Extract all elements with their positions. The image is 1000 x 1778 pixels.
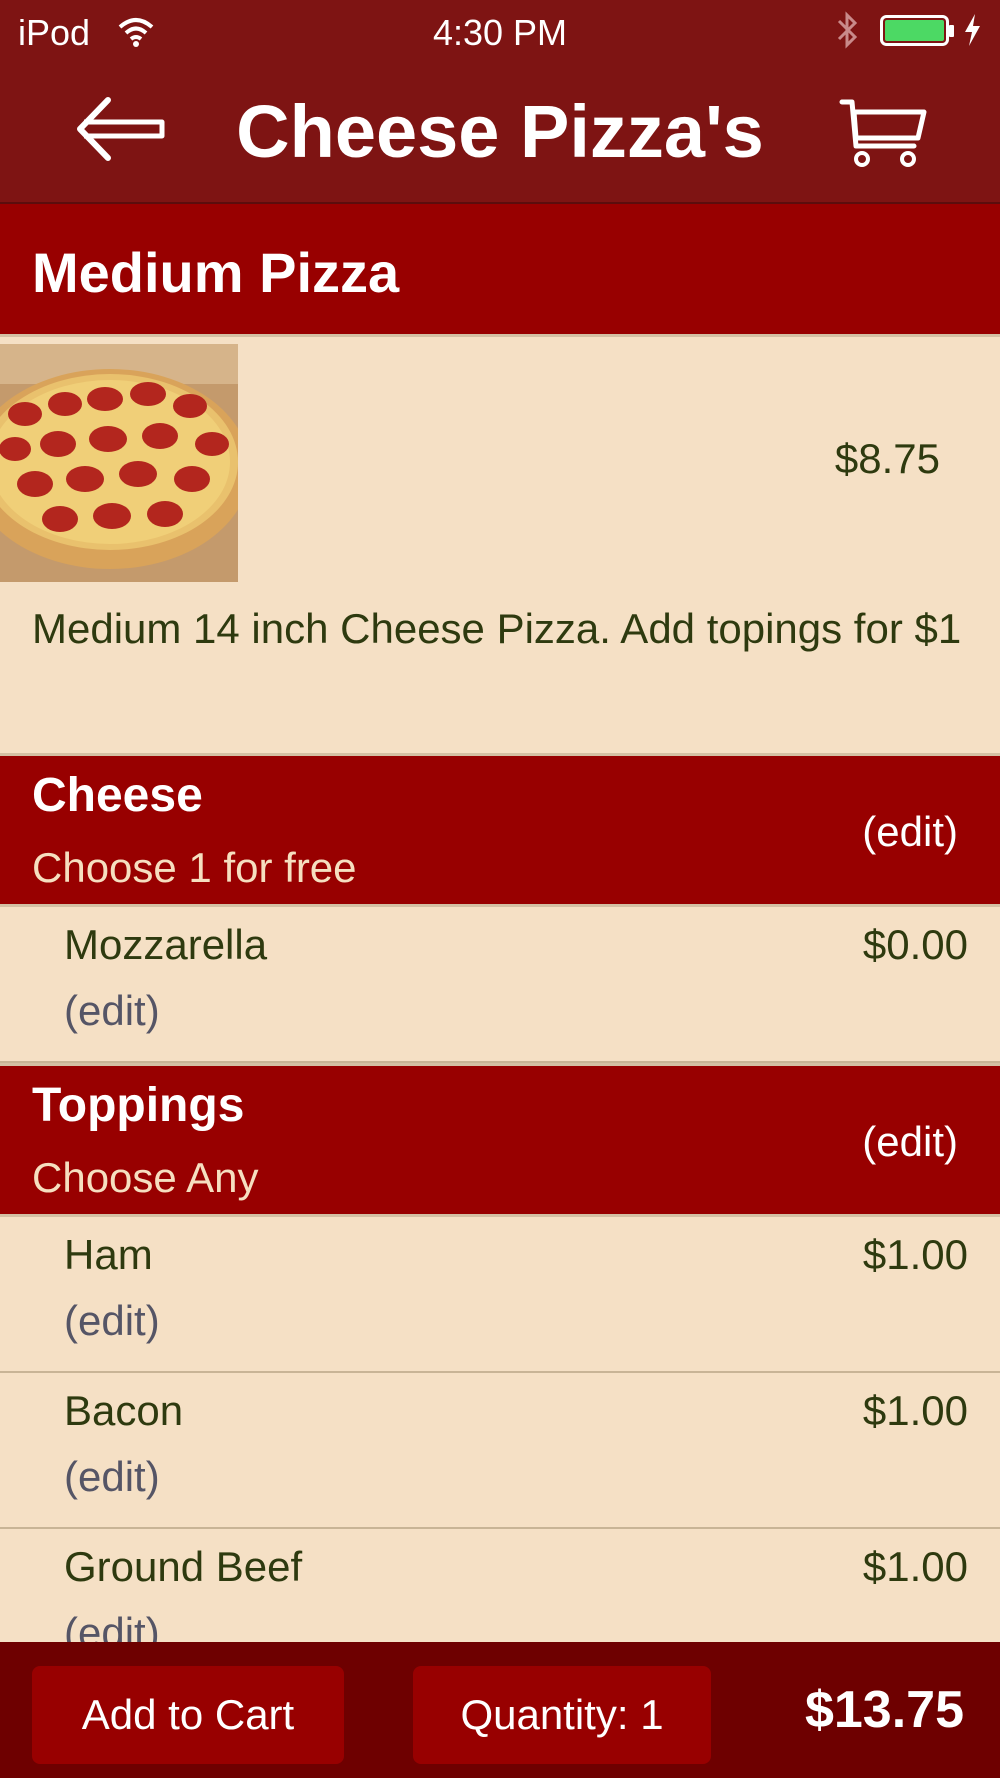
product-info: $8.75 Medium 14 inch Cheese Pizza. Add t…: [0, 337, 1000, 756]
add-to-cart-button[interactable]: Add to Cart: [32, 1666, 344, 1764]
option-price: $0.00: [862, 921, 968, 968]
nav-bar: Cheese Pizza's: [0, 62, 1000, 204]
order-total: $13.75: [804, 1681, 964, 1739]
battery-icon: [880, 14, 956, 56]
pizza-image: [0, 344, 238, 582]
product-description: Medium 14 inch Cheese Pizza. Add topings…: [32, 605, 962, 652]
product-price: $8.75: [834, 435, 940, 482]
option-group-header-toppings: Toppings Choose Any (edit): [0, 1063, 1000, 1217]
quantity-button[interactable]: Quantity: 1: [413, 1666, 711, 1764]
option-group-header-cheese: Cheese Choose 1 for free (edit): [0, 756, 1000, 907]
option-price: $1.00: [862, 1231, 968, 1278]
group-subtitle: Choose 1 for free: [32, 844, 357, 891]
option-name: Bacon: [64, 1387, 184, 1434]
option-row-bacon[interactable]: Bacon $1.00 (edit): [0, 1373, 1000, 1529]
group-subtitle: Choose Any: [32, 1154, 259, 1201]
option-price: $1.00: [862, 1387, 968, 1434]
product-header: Medium Pizza: [0, 204, 1000, 337]
option-row-mozzarella[interactable]: Mozzarella $0.00 (edit): [0, 907, 1000, 1063]
option-name: Mozzarella: [64, 921, 268, 968]
status-bar: iPod 4:30 PM: [0, 0, 1000, 62]
option-row-ham[interactable]: Ham $1.00 (edit): [0, 1217, 1000, 1373]
cart-icon[interactable]: [838, 96, 928, 175]
option-name: Ham: [64, 1231, 153, 1278]
option-edit-link[interactable]: (edit): [64, 1297, 160, 1345]
option-edit-link[interactable]: (edit): [64, 1453, 160, 1501]
group-edit-link[interactable]: (edit): [862, 1118, 958, 1166]
option-price: $1.00: [862, 1543, 968, 1590]
charging-bolt-icon: [962, 12, 982, 57]
bottom-bar: Add to Cart Quantity: 1 $13.75: [0, 1642, 1000, 1778]
option-name: Ground Beef: [64, 1543, 303, 1590]
group-edit-link[interactable]: (edit): [862, 808, 958, 856]
option-edit-link[interactable]: (edit): [64, 1609, 160, 1642]
bluetooth-icon: [835, 10, 861, 59]
group-title: Toppings: [32, 1079, 245, 1132]
option-edit-link[interactable]: (edit): [64, 987, 160, 1035]
group-title: Cheese: [32, 769, 203, 822]
option-row-ground-beef[interactable]: Ground Beef $1.00 (edit): [0, 1529, 1000, 1642]
product-detail-scroll[interactable]: Medium Pizza $8.75 Medium 14 inch Cheese…: [0, 204, 1000, 1642]
product-name: Medium Pizza: [32, 241, 400, 304]
